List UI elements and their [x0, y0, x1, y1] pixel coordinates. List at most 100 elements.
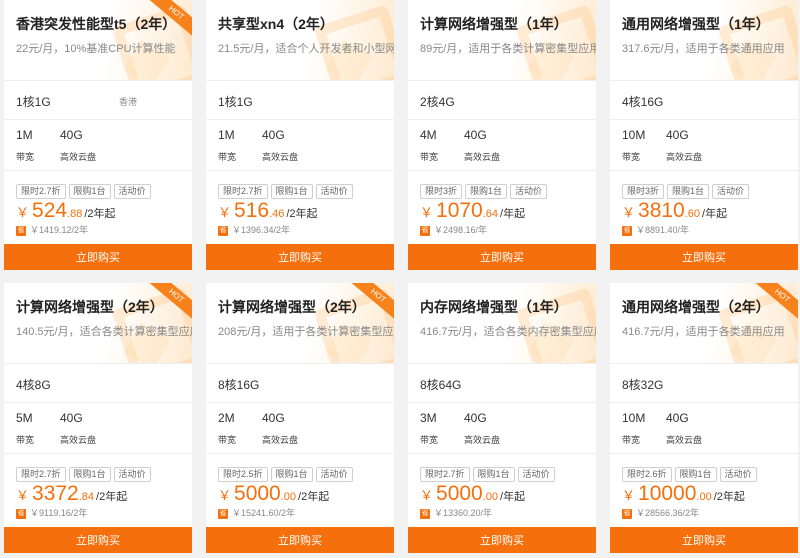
bandwidth-label: 带宽 — [622, 435, 641, 445]
cpu-memory: 8核16G — [218, 378, 260, 392]
price-decimal: .64 — [482, 208, 499, 220]
save-icon: 省 — [16, 508, 26, 519]
promo-tag: 活动价 — [113, 467, 151, 482]
product-card: HOT 计算网络增强型（2年） 208元/月，适用于各类计算密集型应用 8核16… — [206, 283, 394, 553]
original-price-text: ￥1419.12/2年 — [30, 225, 89, 235]
card-header: HOT 计算网络增强型（2年） 208元/月，适用于各类计算密集型应用 — [206, 283, 394, 364]
product-description: 416.7元/月，适合各类内存密集型应用 — [420, 326, 596, 338]
limit-tag: 限购1台 — [68, 467, 111, 482]
bandwidth-value: 1M — [218, 128, 235, 142]
price-decimal: .00 — [482, 491, 499, 503]
promo-tag: 活动价 — [517, 467, 555, 482]
buy-now-button[interactable]: 立即购买 — [408, 527, 596, 553]
original-price-text: ￥1396.34/2年 — [232, 225, 291, 235]
buy-now-button[interactable]: 立即购买 — [206, 244, 394, 270]
price-integer: 5000 — [436, 482, 483, 505]
limit-tag: 限购1台 — [667, 184, 710, 199]
price: ￥ 5000.00/2年起 — [218, 482, 329, 506]
product-title: 通用网络增强型（1年） — [622, 16, 770, 32]
disk-label: 高效云盘 — [262, 152, 299, 162]
disk-value: 40G — [464, 128, 487, 142]
original-price-text: ￥13360.20/年 — [434, 508, 493, 518]
price: ￥ 3810.60/年起 — [622, 199, 727, 223]
original-price: 省 ￥9119.16/2年 — [16, 506, 87, 519]
price-integer: 3810 — [638, 199, 685, 222]
product-title: 共享型xn4（2年） — [218, 16, 334, 32]
original-price: 省 ￥1396.34/2年 — [218, 223, 290, 236]
price: ￥ 516.46/2年起 — [218, 199, 318, 223]
original-price: 省 ￥28566.36/2年 — [622, 506, 699, 519]
price-unit: /年起 — [500, 491, 526, 503]
discount-tag: 限时2.6折 — [622, 467, 672, 482]
bandwidth-value: 10M — [622, 128, 646, 142]
price-block: 限时2.7折 限购1台 活动价 ￥ 3372.84/2年起 省 ￥9119.16/2年 — [4, 454, 192, 520]
limit-tag: 限购1台 — [674, 467, 717, 482]
promo-tag: 活动价 — [113, 184, 151, 199]
original-price-text: ￥15241.60/2年 — [232, 508, 296, 518]
bandwidth-label: 带宽 — [420, 435, 439, 445]
buy-now-button[interactable]: 立即购买 — [4, 244, 192, 270]
discount-tag: 限时2.7折 — [16, 184, 66, 199]
limit-tag: 限购1台 — [270, 467, 313, 482]
original-price-text: ￥28566.36/2年 — [636, 508, 700, 518]
cpu-memory: 8核32G — [622, 378, 664, 392]
spec-row: 8核32G — [610, 364, 798, 403]
currency-symbol: ￥ — [420, 205, 434, 220]
limit-tag: 限购1台 — [465, 184, 508, 199]
bandwidth-value: 3M — [420, 411, 437, 425]
original-price: 省 ￥1419.12/2年 — [16, 223, 88, 236]
price-unit: /年起 — [500, 208, 526, 220]
price-integer: 3372 — [32, 482, 79, 505]
spec-row: 4核16G — [610, 81, 798, 120]
price-decimal: .00 — [696, 491, 712, 503]
currency-symbol: ￥ — [218, 488, 232, 503]
save-icon: 省 — [420, 225, 430, 236]
product-card: HOT 香港突发性能型t5（2年） 22元/月，10%基准CPU计算性能 1核1… — [4, 0, 192, 270]
bandwidth-label: 带宽 — [622, 152, 641, 162]
price-integer: 524 — [32, 199, 68, 222]
bandwidth-label: 带宽 — [218, 152, 237, 162]
bandwidth-value: 4M — [420, 128, 437, 142]
resource-row: 4M 40G 带宽 高效云盘 — [408, 120, 596, 171]
price-integer: 1070 — [436, 199, 483, 222]
price: ￥ 1070.64/年起 — [420, 199, 525, 223]
card-header: 通用网络增强型（1年） 317.6元/月，适用于各类通用应用 — [610, 0, 798, 81]
discount-tag: 限时3折 — [420, 184, 463, 199]
currency-symbol: ￥ — [420, 488, 434, 503]
limit-tag: 限购1台 — [270, 184, 313, 199]
discount-tag: 限时2.5折 — [218, 467, 268, 482]
buy-now-button[interactable]: 立即购买 — [4, 527, 192, 553]
product-card: HOT 通用网络增强型（2年） 416.7元/月，适用于各类通用应用 8核32G… — [610, 283, 798, 553]
limit-tag: 限购1台 — [68, 184, 111, 199]
price-unit: /年起 — [702, 208, 728, 220]
original-price-text: ￥9119.16/2年 — [30, 508, 88, 518]
spec-row: 2核4G — [408, 81, 596, 120]
buy-now-button[interactable]: 立即购买 — [610, 527, 798, 553]
product-description: 416.7元/月，适用于各类通用应用 — [622, 326, 785, 338]
product-card: 共享型xn4（2年） 21.5元/月，适合个人开发者和小型网站 1核1G 1M … — [206, 0, 394, 270]
disk-value: 40G — [666, 128, 689, 142]
product-title: 内存网络增强型（1年） — [420, 299, 568, 315]
discount-tag: 限时2.7折 — [420, 467, 470, 482]
buy-now-button[interactable]: 立即购买 — [206, 527, 394, 553]
buy-now-button[interactable]: 立即购买 — [408, 244, 596, 270]
currency-symbol: ￥ — [218, 205, 232, 220]
price: ￥ 3372.84/2年起 — [16, 482, 127, 506]
spec-row: 4核8G — [4, 364, 192, 403]
price-block: 限时3折 限购1台 活动价 ￥ 3810.60/年起 省 ￥8891.40/年 — [610, 171, 798, 237]
resource-row: 10M 40G 带宽 高效云盘 — [610, 403, 798, 454]
disk-value: 40G — [60, 128, 83, 142]
cpu-memory: 8核64G — [420, 378, 462, 392]
bandwidth-value: 10M — [622, 411, 646, 425]
spec-row: 1核1G — [206, 81, 394, 120]
disk-label: 高效云盘 — [464, 435, 501, 445]
price-decimal: .00 — [280, 491, 297, 503]
product-description: 22元/月，10%基准CPU计算性能 — [16, 43, 176, 55]
product-description: 140.5元/月，适合各类计算密集型应用 — [16, 326, 192, 338]
discount-tag: 限时3折 — [622, 184, 665, 199]
buy-now-button[interactable]: 立即购买 — [610, 244, 798, 270]
price-block: 限时2.7折 限购1台 活动价 ￥ 516.46/2年起 省 ￥1396.34/2年 — [206, 171, 394, 237]
save-icon: 省 — [218, 225, 228, 236]
price-decimal: .46 — [269, 208, 285, 220]
tag-list: 限时3折 限购1台 活动价 — [420, 181, 550, 199]
